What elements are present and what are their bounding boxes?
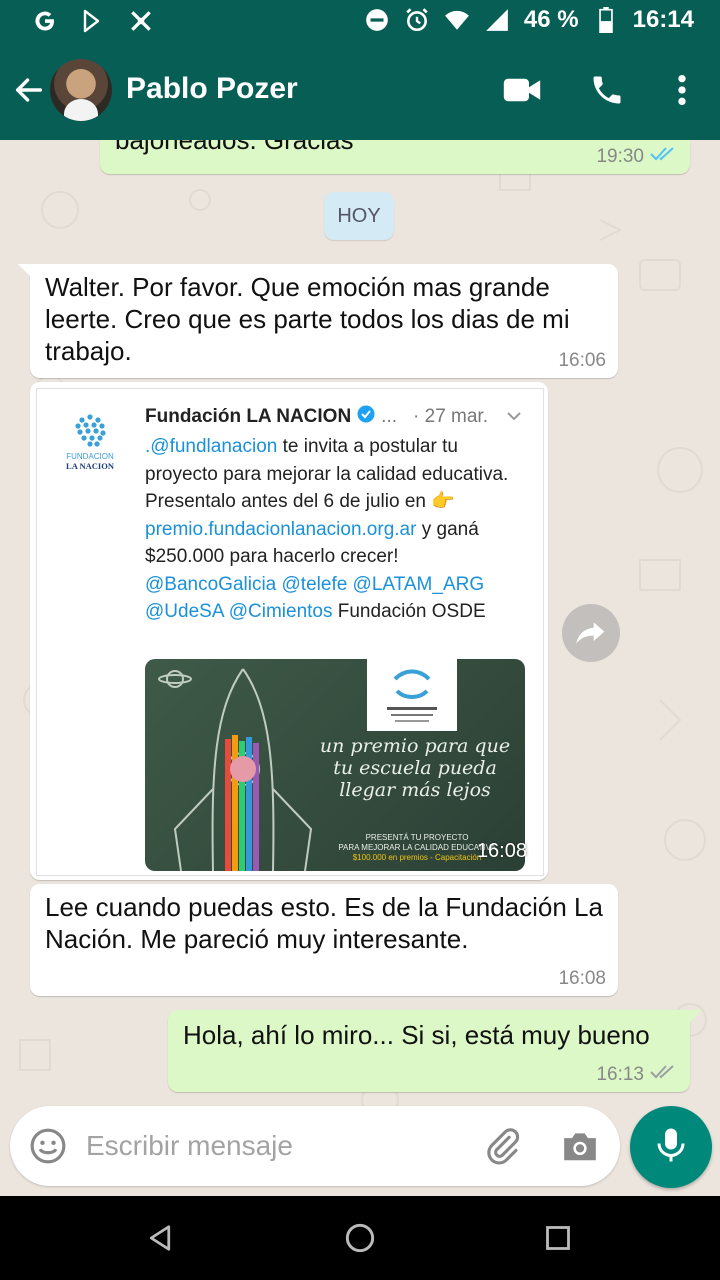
message-time: 16:08 xyxy=(476,840,527,862)
message-text: Lee cuando puedas esto. Es de la Fundaci… xyxy=(45,892,603,954)
app-notification-icon xyxy=(128,8,154,34)
read-ticks-icon xyxy=(650,146,678,168)
microphone-icon xyxy=(656,1127,686,1168)
message-time: 16:06 xyxy=(558,350,606,371)
message-input[interactable]: Escribir mensaje xyxy=(86,1130,293,1162)
contact-name[interactable]: Pablo Pozer xyxy=(126,72,298,106)
battery-percent: 46 % xyxy=(523,6,579,33)
logo-text-1: FUNDACION xyxy=(66,452,114,461)
do-not-disturb-icon xyxy=(364,7,390,33)
tweet-account: Fundación LA NACION xyxy=(145,406,352,427)
tweet-mention: .@fundlanacion xyxy=(145,436,278,457)
tweet-mentions: @UdeSA @Cimientos xyxy=(145,601,333,622)
message-list[interactable]: bajoneados. Gracias 19:30 HOY Walter. Po… xyxy=(0,140,720,1196)
home-nav-icon[interactable] xyxy=(340,1218,380,1258)
contact-avatar[interactable] xyxy=(50,59,112,121)
system-nav-bar xyxy=(0,1196,720,1280)
pointing-hand-emoji: 👉 xyxy=(431,491,455,512)
signal-icon xyxy=(484,7,510,33)
alarm-icon xyxy=(404,7,430,33)
message-incoming[interactable]: Walter. Por favor. Que emoción mas grand… xyxy=(18,264,618,378)
tweet-text-part: Fundación OSDE xyxy=(332,601,486,622)
tweet-image: un premio para que tu escuela pueda lleg… xyxy=(145,659,525,871)
message-incoming[interactable]: Lee cuando puedas esto. Es de la Fundaci… xyxy=(30,884,618,996)
attach-icon[interactable] xyxy=(480,1124,524,1168)
camera-icon[interactable] xyxy=(558,1124,602,1168)
status-bar: 46 % 16:14 xyxy=(0,0,720,42)
chat-header: Pablo Pozer xyxy=(0,42,720,140)
wifi-icon xyxy=(444,7,470,33)
bubble-tail xyxy=(18,264,32,278)
tweet-ellipsis: ... xyxy=(381,406,398,427)
message-text: Hola, ahí lo miro... Si si, está muy bue… xyxy=(183,1020,650,1050)
message-outgoing[interactable]: bajoneados. Gracias 19:30 xyxy=(100,140,690,174)
battery-icon xyxy=(593,7,619,33)
image-caption: un premio para que tu escuela pueda lleg… xyxy=(319,735,511,801)
message-text: Walter. Por favor. Que emoción mas grand… xyxy=(45,272,570,366)
tweet-text: .@fundlanacion te invita a postular tu p… xyxy=(145,433,535,626)
message-meta: 19:30 xyxy=(596,146,678,168)
logo-text-2: LA NACION xyxy=(66,461,115,471)
voice-record-button[interactable] xyxy=(630,1106,712,1188)
clock-time: 16:14 xyxy=(632,6,694,33)
message-meta: 16:13 xyxy=(596,1064,678,1086)
tweet-link: premio.fundacionlanacion.org.ar xyxy=(145,518,417,540)
tweet-screenshot[interactable]: FUNDACION LA NACION Fundación LA NACION … xyxy=(36,388,544,876)
message-outgoing[interactable]: Hola, ahí lo miro... Si si, está muy bue… xyxy=(168,1010,702,1092)
forward-icon[interactable] xyxy=(562,604,620,662)
chevron-down-icon xyxy=(506,406,522,428)
message-composer: Escribir mensaje xyxy=(10,1106,620,1186)
emoji-icon[interactable] xyxy=(26,1124,70,1168)
message-time: 16:08 xyxy=(558,968,606,989)
tweet-date: · 27 mar. xyxy=(413,406,488,427)
voice-call-icon[interactable] xyxy=(587,70,627,110)
premio-logo-card xyxy=(367,659,457,731)
play-store-icon xyxy=(80,8,106,34)
image-message[interactable]: FUNDACION LA NACION Fundación LA NACION … xyxy=(30,382,548,880)
recents-nav-icon[interactable] xyxy=(538,1218,578,1258)
fundacion-la-nacion-logo: FUNDACION LA NACION xyxy=(66,414,115,471)
back-arrow-icon[interactable] xyxy=(12,73,46,107)
date-separator: HOY xyxy=(324,192,394,240)
message-time: 19:30 xyxy=(596,146,644,167)
google-icon xyxy=(32,8,58,34)
delivered-ticks-icon xyxy=(650,1064,678,1086)
message-text: bajoneados. Gracias xyxy=(115,140,354,155)
more-options-icon[interactable] xyxy=(662,70,702,110)
tweet-mentions: @BancoGalicia @telefe @LATAM_ARG xyxy=(145,573,485,595)
back-nav-icon[interactable] xyxy=(140,1218,180,1258)
message-time: 16:13 xyxy=(596,1064,644,1085)
tweet-header: Fundación LA NACION ... · 27 mar. xyxy=(145,405,522,429)
bubble-tail xyxy=(688,1010,702,1024)
video-call-icon[interactable] xyxy=(502,70,542,110)
verified-badge-icon xyxy=(357,405,375,429)
